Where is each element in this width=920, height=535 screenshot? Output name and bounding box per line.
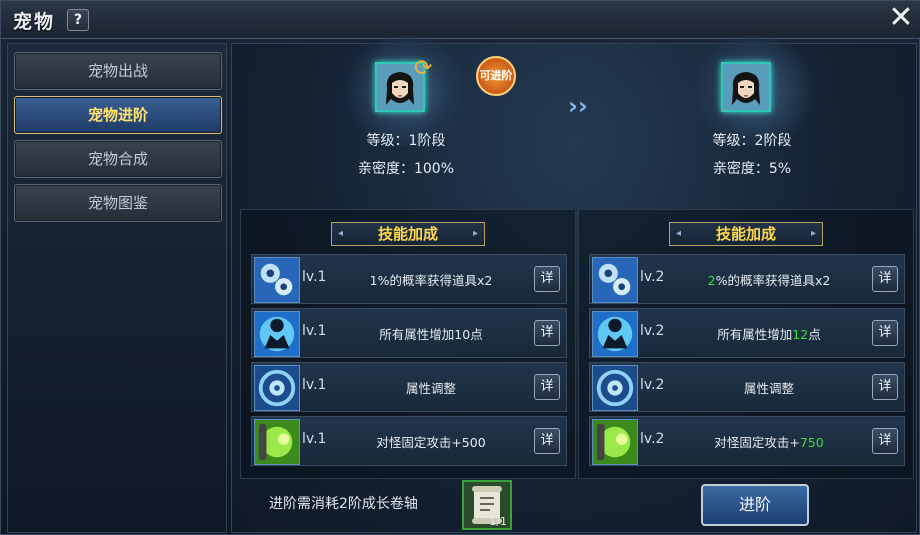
next-pet-portrait[interactable]: [721, 62, 771, 112]
skill-level: lv.2: [640, 431, 665, 447]
skills-header: ◂ 技能加成 ▸: [669, 222, 823, 246]
pet-window: 宠物 ? ✕ 宠物出战 宠物进阶 宠物合成 宠物图鉴 ⟳ 可进阶 等级：1阶段: [0, 0, 920, 535]
skill-detail-button[interactable]: 详: [534, 320, 560, 346]
skills-header: ◂ 技能加成 ▸: [331, 222, 485, 246]
advance-panel: ⟳ 可进阶 等级：1阶段 亲密度：100% ›› 等级：2阶段 亲密度：5% ◂…: [231, 36, 917, 533]
skill-detail-button[interactable]: 详: [872, 266, 898, 292]
skill-level: lv.2: [640, 323, 665, 339]
skill-detail-button[interactable]: 详: [534, 266, 560, 292]
skill-description: 属性调整: [743, 381, 794, 396]
nav-pet-battle[interactable]: 宠物出战: [14, 52, 222, 90]
skill-detail-button[interactable]: 详: [534, 374, 560, 400]
skill-row: lv.1 对怪固定攻击+500 详: [251, 416, 567, 466]
skill-detail-button[interactable]: 详: [872, 320, 898, 346]
skills-header-label: 技能加成: [715, 225, 776, 243]
skill-level: lv.2: [640, 377, 665, 393]
skill-row: lv.2 属性调整 详: [589, 362, 905, 412]
arrow-right-icon: ››: [568, 92, 588, 120]
growth-scroll-item[interactable]: 1/1: [462, 480, 512, 530]
nav-pet-merge[interactable]: 宠物合成: [14, 140, 222, 178]
skill-level: lv.1: [302, 269, 327, 285]
skill-description: 对怪固定攻击+750: [714, 435, 824, 450]
skill-level: lv.1: [302, 431, 327, 447]
skill-row: lv.1 属性调整 详: [251, 362, 567, 412]
crystal-skill-icon: [254, 257, 300, 303]
header-ornament-left-icon: ◂: [338, 228, 344, 239]
help-button[interactable]: ?: [67, 9, 89, 31]
nav-pet-advance[interactable]: 宠物进阶: [14, 96, 222, 134]
skill-row: lv.1 所有属性增加10点 详: [251, 308, 567, 358]
side-nav: 宠物出战 宠物进阶 宠物合成 宠物图鉴: [7, 43, 227, 533]
rune-wheel-icon: [592, 365, 638, 411]
skill-row: lv.2 对怪固定攻击+750 详: [589, 416, 905, 466]
current-stage: 等级：1阶段: [366, 133, 446, 149]
skill-level: lv.1: [302, 377, 327, 393]
skill-detail-button[interactable]: 详: [872, 428, 898, 454]
skill-detail-button[interactable]: 详: [534, 428, 560, 454]
rune-wheel-icon: [254, 365, 300, 411]
skill-description: 1%的概率获得道具x2: [369, 273, 493, 288]
crystal-skill-icon: [592, 257, 638, 303]
can-advance-badge: 可进阶: [476, 56, 516, 96]
skill-level: lv.2: [640, 269, 665, 285]
skill-description: 2%的概率获得道具x2: [707, 273, 831, 288]
next-stage: 等级：2阶段: [712, 133, 792, 149]
refresh-icon: ⟳: [414, 56, 433, 81]
current-skills-panel: ◂ 技能加成 ▸ lv.1 1%的概率获得道具x2 详 lv.1 所有属性增加1…: [240, 209, 576, 479]
advance-cost-label: 进阶需消耗2阶成长卷轴: [269, 496, 418, 512]
next-affinity: 亲密度：5%: [712, 161, 792, 177]
skill-row: lv.1 1%的概率获得道具x2 详: [251, 254, 567, 304]
skill-description: 所有属性增加12点: [717, 327, 821, 342]
chain-skill-icon: [254, 419, 300, 465]
header-ornament-right-icon: ▸: [810, 228, 816, 239]
close-button[interactable]: ✕: [887, 3, 915, 33]
advance-button[interactable]: 进阶: [701, 484, 809, 526]
next-skills-panel: ◂ 技能加成 ▸ lv.2 2%的概率获得道具x2 详 lv.2 所有属性增加1…: [578, 209, 914, 479]
skill-level: lv.1: [302, 323, 327, 339]
header-ornament-left-icon: ◂: [676, 228, 682, 239]
title-bar: 宠物 ? ✕: [1, 1, 920, 39]
scroll-count: 1/1: [489, 515, 507, 528]
skill-description: 所有属性增加10点: [379, 327, 483, 342]
pet-face-icon: [732, 72, 760, 105]
chain-skill-icon: [592, 419, 638, 465]
skill-detail-button[interactable]: 详: [872, 374, 898, 400]
header-ornament-right-icon: ▸: [472, 228, 478, 239]
figure-skill-icon: [592, 311, 638, 357]
nav-pet-codex[interactable]: 宠物图鉴: [14, 184, 222, 222]
figure-skill-icon: [254, 311, 300, 357]
skills-header-label: 技能加成: [377, 225, 438, 243]
skill-row: lv.2 2%的概率获得道具x2 详: [589, 254, 905, 304]
skill-description: 属性调整: [405, 381, 456, 396]
current-affinity: 亲密度：100%: [357, 161, 455, 177]
window-title: 宠物: [13, 11, 56, 33]
skill-description: 对怪固定攻击+500: [376, 435, 486, 450]
pet-face-icon: [386, 72, 414, 105]
skill-row: lv.2 所有属性增加12点 详: [589, 308, 905, 358]
